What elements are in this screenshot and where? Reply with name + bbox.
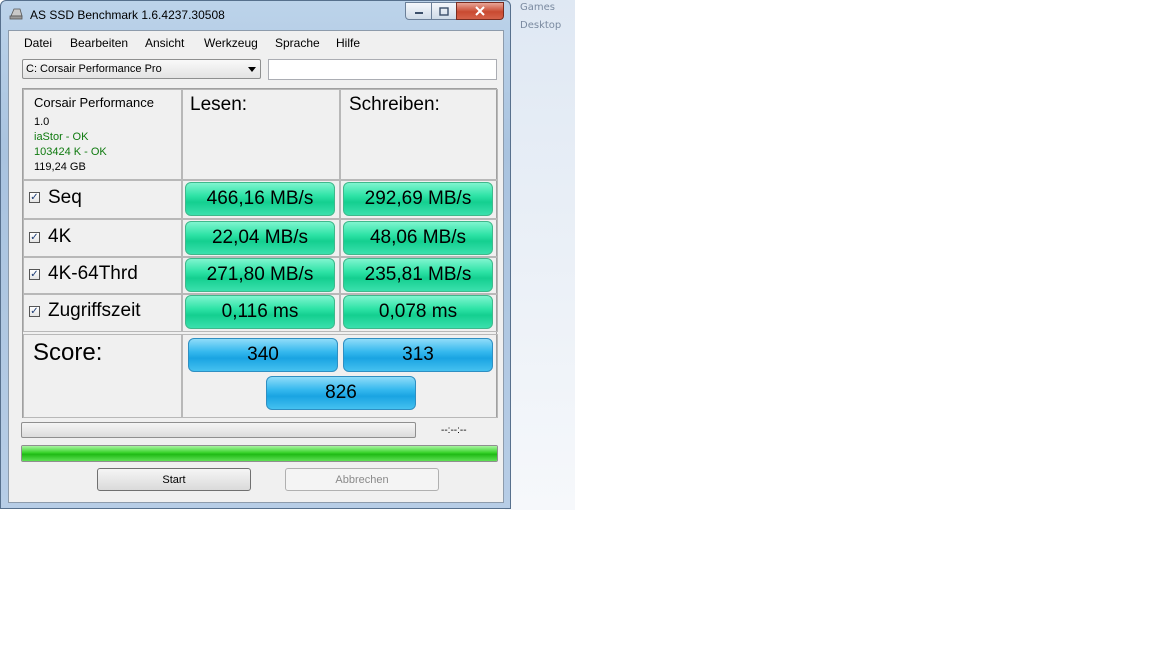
- background-item-desktop: Desktop: [520, 20, 562, 31]
- drive-icon: [9, 8, 23, 20]
- score-read: 340: [188, 338, 338, 372]
- close-button[interactable]: [456, 2, 504, 20]
- drive-capacity: 119,24 GB: [34, 161, 86, 173]
- write-column-label: Schreiben:: [349, 94, 440, 115]
- score-panel: Score:: [23, 334, 182, 418]
- chevron-down-icon: [248, 67, 256, 72]
- driver-status: iaStor - OK: [34, 131, 89, 143]
- read-column-label: Lesen:: [190, 94, 248, 115]
- zugriffszeit-label: Zugriffszeit: [48, 300, 141, 321]
- close-icon: [475, 6, 485, 16]
- drive-info-panel: Corsair Performance 1.0 iaStor - OK 1034…: [23, 89, 182, 180]
- drive-firmware: 1.0: [34, 116, 50, 128]
- seq-checkbox[interactable]: ✓: [29, 192, 40, 203]
- 4k-checkbox[interactable]: ✓: [29, 232, 40, 243]
- overall-progress-bar: [21, 445, 498, 462]
- drive-select[interactable]: C: Corsair Performance Pro: [22, 59, 261, 79]
- title-bar[interactable]: AS SSD Benchmark 1.6.4237.30508: [1, 1, 510, 29]
- app-window: AS SSD Benchmark 1.6.4237.30508 Datei Be…: [0, 0, 511, 509]
- background-window: [505, 0, 575, 510]
- row-zugriffszeit: ✓ Zugriffszeit: [23, 294, 182, 332]
- 4k-label: 4K: [48, 226, 72, 247]
- maximize-button[interactable]: [431, 2, 457, 20]
- seq-label: Seq: [48, 187, 82, 208]
- elapsed-time: --:--:--: [441, 425, 467, 436]
- drive-select-value: C: Corsair Performance Pro: [26, 63, 162, 75]
- drive-name: Corsair Performance: [34, 95, 154, 110]
- cancel-button[interactable]: Abbrechen: [285, 468, 439, 491]
- results-grid: Corsair Performance 1.0 iaStor - OK 1034…: [22, 88, 498, 418]
- score-write: 313: [343, 338, 493, 372]
- info-text-field[interactable]: [268, 59, 497, 80]
- client-area: Datei Bearbeiten Ansicht Werkzeug Sprach…: [8, 30, 504, 503]
- zugriffszeit-read-result: 0,116 ms: [185, 295, 335, 329]
- 4k-64thrd-read-result: 271,80 MB/s: [185, 258, 335, 292]
- window-title: AS SSD Benchmark 1.6.4237.30508: [30, 8, 225, 22]
- menu-hilfe[interactable]: Hilfe: [336, 36, 360, 50]
- 4k-64thrd-checkbox[interactable]: ✓: [29, 269, 40, 280]
- read-column-header: Lesen:: [182, 89, 340, 180]
- maximize-icon: [439, 6, 449, 16]
- row-4k: ✓ 4K: [23, 219, 182, 257]
- seq-read-result: 466,16 MB/s: [185, 182, 335, 216]
- menu-werkzeug[interactable]: Werkzeug: [204, 36, 258, 50]
- menu-ansicht[interactable]: Ansicht: [145, 36, 184, 50]
- write-column-header: Schreiben:: [340, 89, 498, 180]
- overall-progress-fill: [22, 446, 497, 461]
- zugriffszeit-write-result: 0,078 ms: [343, 295, 493, 329]
- menu-sprache[interactable]: Sprache: [275, 36, 320, 50]
- menu-bearbeiten[interactable]: Bearbeiten: [70, 36, 128, 50]
- alignment-status: 103424 K - OK: [34, 146, 107, 158]
- start-button[interactable]: Start: [97, 468, 251, 491]
- 4k-64thrd-label: 4K-64Thrd: [48, 263, 138, 284]
- background-item-games: Games: [520, 2, 555, 13]
- 4k-read-result: 22,04 MB/s: [185, 221, 335, 255]
- score-label: Score:: [33, 339, 103, 366]
- zugriffszeit-checkbox[interactable]: ✓: [29, 306, 40, 317]
- menu-bar: Datei Bearbeiten Ansicht Werkzeug Sprach…: [9, 31, 503, 53]
- minimize-button[interactable]: [405, 2, 432, 20]
- 4k-write-result: 48,06 MB/s: [343, 221, 493, 255]
- row-4k-64thrd: ✓ 4K-64Thrd: [23, 257, 182, 294]
- score-total: 826: [266, 376, 416, 410]
- menu-datei[interactable]: Datei: [24, 36, 52, 50]
- seq-write-result: 292,69 MB/s: [343, 182, 493, 216]
- test-progress-bar: [21, 422, 416, 438]
- row-seq: ✓ Seq: [23, 180, 182, 219]
- 4k-64thrd-write-result: 235,81 MB/s: [343, 258, 493, 292]
- minimize-icon: [414, 12, 423, 14]
